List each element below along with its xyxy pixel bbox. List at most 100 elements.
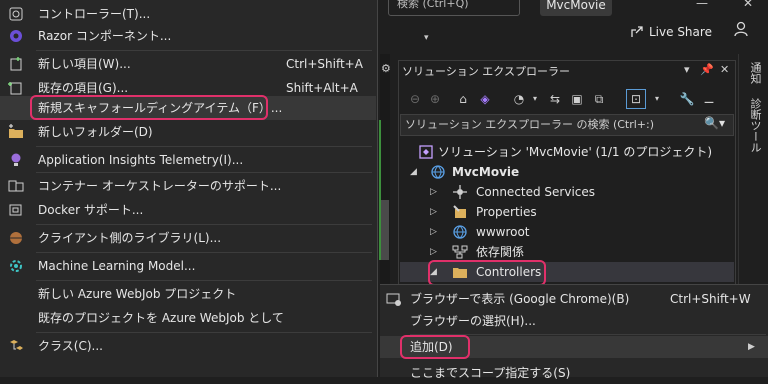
menu-item-new-webjob-project[interactable]: 新しい Azure WebJob プロジェクト xyxy=(0,282,376,306)
chevron-down-icon[interactable]: ▾ xyxy=(684,63,690,76)
preview-selected-icon[interactable]: ⊡ xyxy=(626,89,646,109)
globe-icon xyxy=(453,225,467,239)
preview-icon[interactable]: ⚊ xyxy=(700,90,718,108)
expanded-arrow-icon[interactable]: ◢ xyxy=(410,162,417,182)
vs-switch-view-icon[interactable]: ◈ xyxy=(476,90,494,108)
tree-node-label: wwwroot xyxy=(476,225,530,239)
collapsed-arrow-icon[interactable]: ▷ xyxy=(430,182,437,202)
chevron-down-icon[interactable]: ▾ xyxy=(424,33,429,43)
new-item-icon xyxy=(10,57,22,71)
submenu-arrow-icon: ▶ xyxy=(748,342,755,352)
project-label: MvcMovie xyxy=(452,165,520,179)
menu-separator xyxy=(36,172,372,173)
live-share-label: Live Share xyxy=(649,25,712,39)
global-search-input[interactable]: 検索 (Ctrl+Q) xyxy=(388,0,520,16)
solution-label: ソリューション 'MvcMovie' (1/1 のプロジェクト) xyxy=(438,145,713,159)
menu-item-shortcut: Ctrl+Shift+A xyxy=(286,57,363,71)
menu-separator xyxy=(36,252,372,253)
menu-item-browse-with[interactable]: ブラウザーの選択(H)... xyxy=(380,310,768,332)
feedback-people-icon[interactable] xyxy=(732,20,750,38)
tree-node-selected[interactable]: ◢ Controllers xyxy=(400,262,734,282)
tab-diagnostics[interactable]: 診断ツール xyxy=(747,98,763,153)
home-icon[interactable]: ⌂ xyxy=(454,90,472,108)
menu-item-container-orchestration[interactable]: コンテナー オーケストレーターのサポート... xyxy=(0,174,376,198)
menu-item-label: 追加(D) xyxy=(410,340,453,354)
tree-node[interactable]: ▷ 依存関係 xyxy=(400,242,734,262)
menu-item-new-scaffold[interactable]: 新規スキャフォールディングアイテム（F）... xyxy=(0,96,376,120)
close-icon[interactable]: ✕ xyxy=(720,63,729,76)
container-icon xyxy=(8,180,24,192)
expanded-arrow-icon[interactable]: ◢ xyxy=(430,262,437,282)
collapse-all-icon[interactable]: ▣ xyxy=(568,90,586,108)
menu-item-docker-support[interactable]: Docker サポート... xyxy=(0,198,376,222)
live-share-button[interactable]: Live Share xyxy=(630,24,712,40)
menu-item-add[interactable]: 追加(D) ▶ xyxy=(380,336,768,358)
lightbulb-icon xyxy=(11,153,21,166)
menu-item-label: クラス(C)... xyxy=(38,339,103,353)
menu-item-client-library[interactable]: クライアント側のライブラリ(L)... xyxy=(0,226,376,250)
menu-item-label: 新規スキャフォールディングアイテム（F）... xyxy=(38,101,283,115)
solution-explorer-toolbar: ⊖ ⊕ ⌂ ◈ ◔ ▾ ⇆ ▣ ⧉ ⊡ ▾ 🔧 ⚊ xyxy=(400,86,734,112)
pin-icon[interactable]: 📌 xyxy=(700,63,714,76)
scrollbar-thumb[interactable] xyxy=(381,200,389,260)
share-icon xyxy=(631,26,643,37)
collapsed-arrow-icon[interactable]: ▷ xyxy=(430,242,437,262)
menu-item-label: Machine Learning Model... xyxy=(38,259,196,273)
show-all-files-icon[interactable]: ⧉ xyxy=(590,90,608,108)
solution-search-input[interactable]: ソリューション エクスプローラー の検索 (Ctrl+:) xyxy=(400,114,734,136)
tree-node-label: Controllers xyxy=(476,265,542,279)
connected-services-icon xyxy=(453,185,467,199)
menu-item-new-item[interactable]: 新しい項目(W)... Ctrl+Shift+A xyxy=(0,52,376,76)
menu-item-shortcut: Ctrl+Shift+W xyxy=(670,292,751,306)
menu-item-razor-component[interactable]: Razor コンポーネント... xyxy=(0,24,376,48)
menu-item-class[interactable]: クラス(C)... xyxy=(0,334,376,358)
solution-explorer-title: ソリューション エクスプローラー xyxy=(402,65,570,78)
menu-separator xyxy=(36,50,372,51)
sync-icon[interactable]: ⇆ xyxy=(546,90,564,108)
library-globe-icon xyxy=(10,232,22,244)
existing-item-icon xyxy=(8,82,22,95)
tree-project-node[interactable]: ◢ MvcMovie xyxy=(400,162,734,182)
tree-node[interactable]: ▷ wwwroot xyxy=(400,222,734,242)
menu-item-label: ブラウザーで表示 (Google Chrome)(B) xyxy=(410,292,630,306)
wrench-icon[interactable]: 🔧 xyxy=(678,90,696,108)
minimize-button[interactable]: — xyxy=(690,0,714,10)
chevron-down-icon[interactable]: ▾ xyxy=(648,90,666,108)
project-name-badge: MvcMovie xyxy=(540,0,612,16)
menu-separator xyxy=(36,224,372,225)
search-icon[interactable]: 🔍▾ xyxy=(704,116,725,130)
menu-item-scope[interactable]: ここまでスコープ指定する(S) xyxy=(380,362,768,384)
tree-solution-node[interactable]: ソリューション 'MvcMovie' (1/1 のプロジェクト) xyxy=(400,142,734,162)
solution-icon xyxy=(419,145,433,159)
new-folder-icon xyxy=(9,124,23,138)
back-arrow-icon[interactable]: ⊖ xyxy=(406,90,424,108)
tree-node[interactable]: ▷ Properties xyxy=(400,202,734,222)
chevron-down-icon[interactable]: ▾ xyxy=(526,90,544,108)
menu-item-label: 新しい Azure WebJob プロジェクト xyxy=(38,287,237,301)
close-button[interactable]: ✕ xyxy=(736,0,760,10)
menu-item-label: コンテナー オーケストレーターのサポート... xyxy=(38,179,282,193)
menu-separator xyxy=(36,146,372,147)
gear-icon[interactable]: ⚙ xyxy=(381,62,391,75)
docker-icon xyxy=(9,204,22,216)
forward-arrow-icon[interactable]: ⊕ xyxy=(426,90,444,108)
collapsed-arrow-icon[interactable]: ▷ xyxy=(430,202,437,222)
menu-item-label: コントローラー(T)... xyxy=(38,7,151,21)
menu-item-new-folder[interactable]: 新しいフォルダー(D) xyxy=(0,120,376,144)
menu-item-controller[interactable]: コントローラー(T)... xyxy=(0,2,376,26)
menu-item-view-in-browser[interactable]: ブラウザーで表示 (Google Chrome)(B) Ctrl+Shift+W xyxy=(380,288,768,310)
menu-item-label: Docker サポート... xyxy=(38,203,144,217)
tab-notifications[interactable]: 通知 xyxy=(747,62,763,84)
tree-node-label: 依存関係 xyxy=(476,245,525,259)
collapsed-arrow-icon[interactable]: ▷ xyxy=(430,222,437,242)
menu-item-app-insights[interactable]: Application Insights Telemetry(I)... xyxy=(0,148,376,172)
globe-project-icon xyxy=(431,165,445,179)
browser-icon xyxy=(386,293,401,306)
menu-item-ml-model[interactable]: Machine Learning Model... xyxy=(0,254,376,278)
menu-item-label: 既存のプロジェクトを Azure WebJob として xyxy=(38,311,284,325)
properties-wrench-icon xyxy=(453,205,466,218)
tree-node[interactable]: ▷ Connected Services xyxy=(400,182,734,202)
menu-separator xyxy=(36,332,372,333)
menu-item-label: Application Insights Telemetry(I)... xyxy=(38,153,244,167)
menu-item-existing-webjob[interactable]: 既存のプロジェクトを Azure WebJob として xyxy=(0,306,376,330)
